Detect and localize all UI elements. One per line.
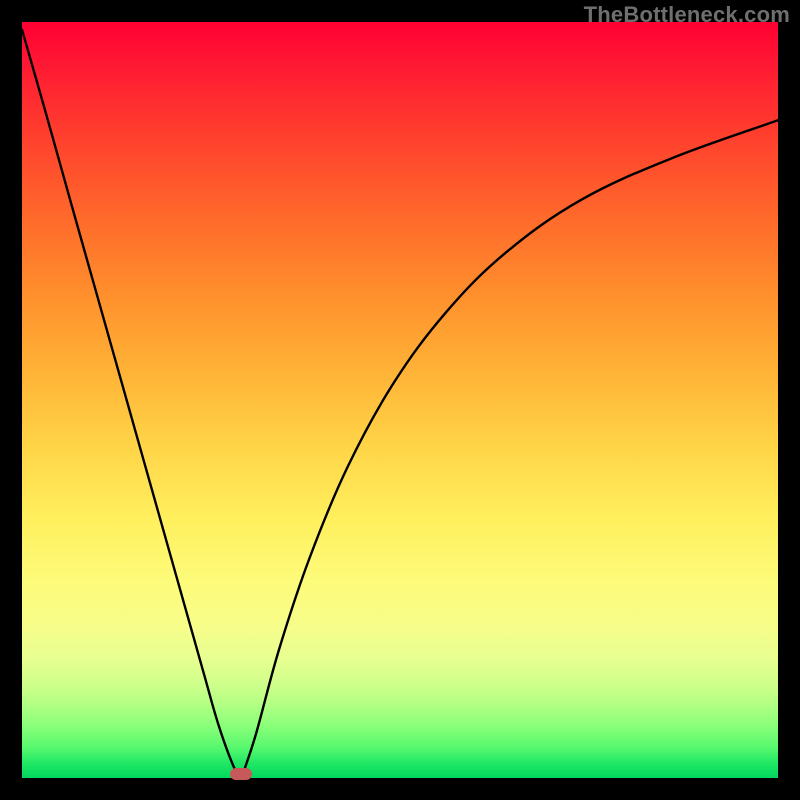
curve-left-branch [22,30,240,775]
bottleneck-curve [22,22,778,778]
chart-frame: TheBottleneck.com [0,0,800,800]
curve-right-branch [243,120,778,774]
minimum-marker [230,768,252,780]
chart-plot-area [22,22,778,778]
watermark-label: TheBottleneck.com [584,2,790,28]
